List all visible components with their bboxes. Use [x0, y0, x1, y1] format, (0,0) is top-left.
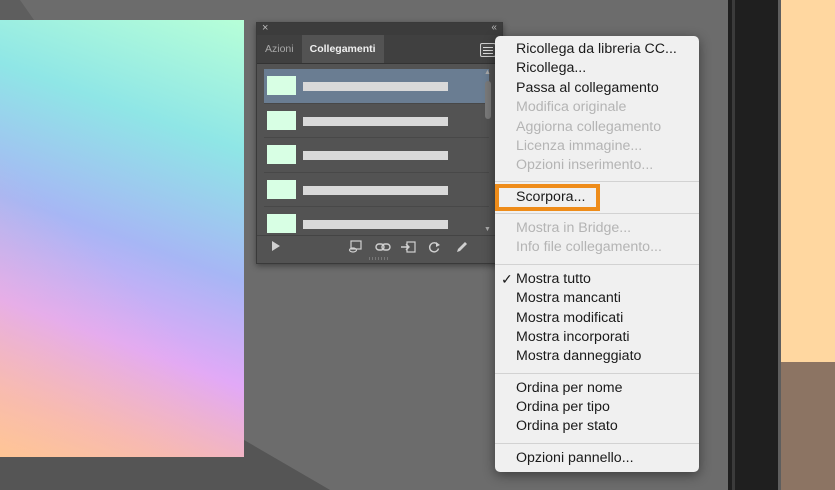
menu-separator [495, 264, 699, 265]
menu-item-placement-options: Opzioni inserimento... [516, 157, 654, 173]
link-name-placeholder [303, 151, 448, 160]
menu-item-relink-from-cc-library[interactable]: Ricollega da libreria CC... [516, 40, 677, 59]
divider-bar [728, 0, 778, 490]
panel-title-bar[interactable]: × ‹‹ [257, 22, 502, 35]
link-thumbnail [267, 179, 296, 199]
link-row[interactable] [264, 104, 489, 138]
menu-item-show-embedded[interactable]: Mostra incorporati [516, 328, 630, 347]
tab-azioni[interactable]: Azioni [257, 35, 302, 63]
menu-item-sort-by-status[interactable]: Ordina per stato [516, 417, 618, 436]
menu-separator [495, 443, 699, 444]
divider-edge [732, 0, 735, 490]
link-name-placeholder [303, 185, 448, 195]
menu-item-relink[interactable]: Ricollega... [516, 59, 586, 78]
relink-icon[interactable] [375, 240, 391, 254]
link-row[interactable] [264, 173, 489, 207]
menu-item-license-image: Licenza immagine... [516, 138, 643, 154]
link-name-placeholder [303, 220, 448, 229]
relink-cc-icon[interactable] [347, 240, 363, 254]
go-to-link-icon[interactable] [400, 240, 416, 254]
link-thumbnail [267, 76, 296, 95]
tab-collegamenti[interactable]: Collegamenti [301, 35, 384, 63]
link-row[interactable] [264, 138, 489, 173]
scroll-down-icon[interactable]: ▼ [484, 226, 491, 233]
scroll-up-icon[interactable]: ▲ [484, 69, 491, 76]
list-scrollbar[interactable]: ▲ ▼ [484, 69, 493, 233]
panel-tabs: Azioni Collegamenti [257, 35, 502, 64]
link-row[interactable] [264, 207, 489, 233]
link-thumbnail [267, 214, 296, 233]
adjacent-artboard-peach[interactable] [781, 0, 835, 362]
menu-item-update-link: Aggiorna collegamento [516, 119, 662, 135]
adjacent-artboard-brown[interactable] [781, 362, 835, 490]
menu-separator [495, 213, 699, 214]
menu-item-go-to-link[interactable]: Passa al collegamento [516, 79, 659, 98]
links-panel-context-menu: Ricollega da libreria CC... Ricollega...… [495, 36, 699, 472]
links-panel: × ‹‹ Azioni Collegamenti ▲ ▼ [256, 22, 503, 264]
gradient-artboard[interactable] [0, 20, 244, 457]
collapse-icon[interactable]: ‹‹ [491, 22, 497, 34]
menu-item-show-missing[interactable]: Mostra mancanti [516, 289, 621, 308]
menu-item-reveal-in-bridge: Mostra in Bridge... [516, 220, 632, 236]
link-thumbnail [267, 110, 296, 130]
menu-item-panel-options[interactable]: Opzioni pannello... [516, 449, 634, 468]
link-name-placeholder [303, 82, 448, 91]
scroll-thumb[interactable] [485, 81, 491, 119]
edit-original-pencil-icon[interactable] [455, 240, 469, 254]
menu-item-show-modified[interactable]: Mostra modificati [516, 309, 623, 328]
link-name-placeholder [303, 116, 448, 126]
link-thumbnail [267, 145, 296, 164]
menu-item-edit-original: Modifica originale [516, 99, 627, 115]
menu-item-show-damaged[interactable]: Mostra danneggiato [516, 347, 641, 366]
menu-item-sort-by-kind[interactable]: Ordina per tipo [516, 398, 610, 417]
link-row[interactable] [264, 69, 489, 104]
links-list [264, 69, 489, 233]
show-info-triangle-icon[interactable] [271, 240, 281, 252]
menu-item-link-file-info: Info file collegamento... [516, 239, 662, 255]
update-link-icon[interactable] [427, 240, 441, 254]
panel-footer [257, 235, 502, 258]
menu-separator [495, 373, 699, 374]
close-icon[interactable]: × [262, 22, 268, 34]
menu-item-sort-by-name[interactable]: Ordina per nome [516, 379, 622, 398]
checkmark-icon: ✓ [501, 271, 513, 287]
menu-item-show-all[interactable]: Mostra tutto [516, 270, 591, 289]
highlight-box [495, 184, 600, 211]
panel-resize-grip[interactable] [369, 257, 389, 260]
panel-menu-icon[interactable] [480, 43, 496, 57]
menu-separator [495, 181, 699, 182]
